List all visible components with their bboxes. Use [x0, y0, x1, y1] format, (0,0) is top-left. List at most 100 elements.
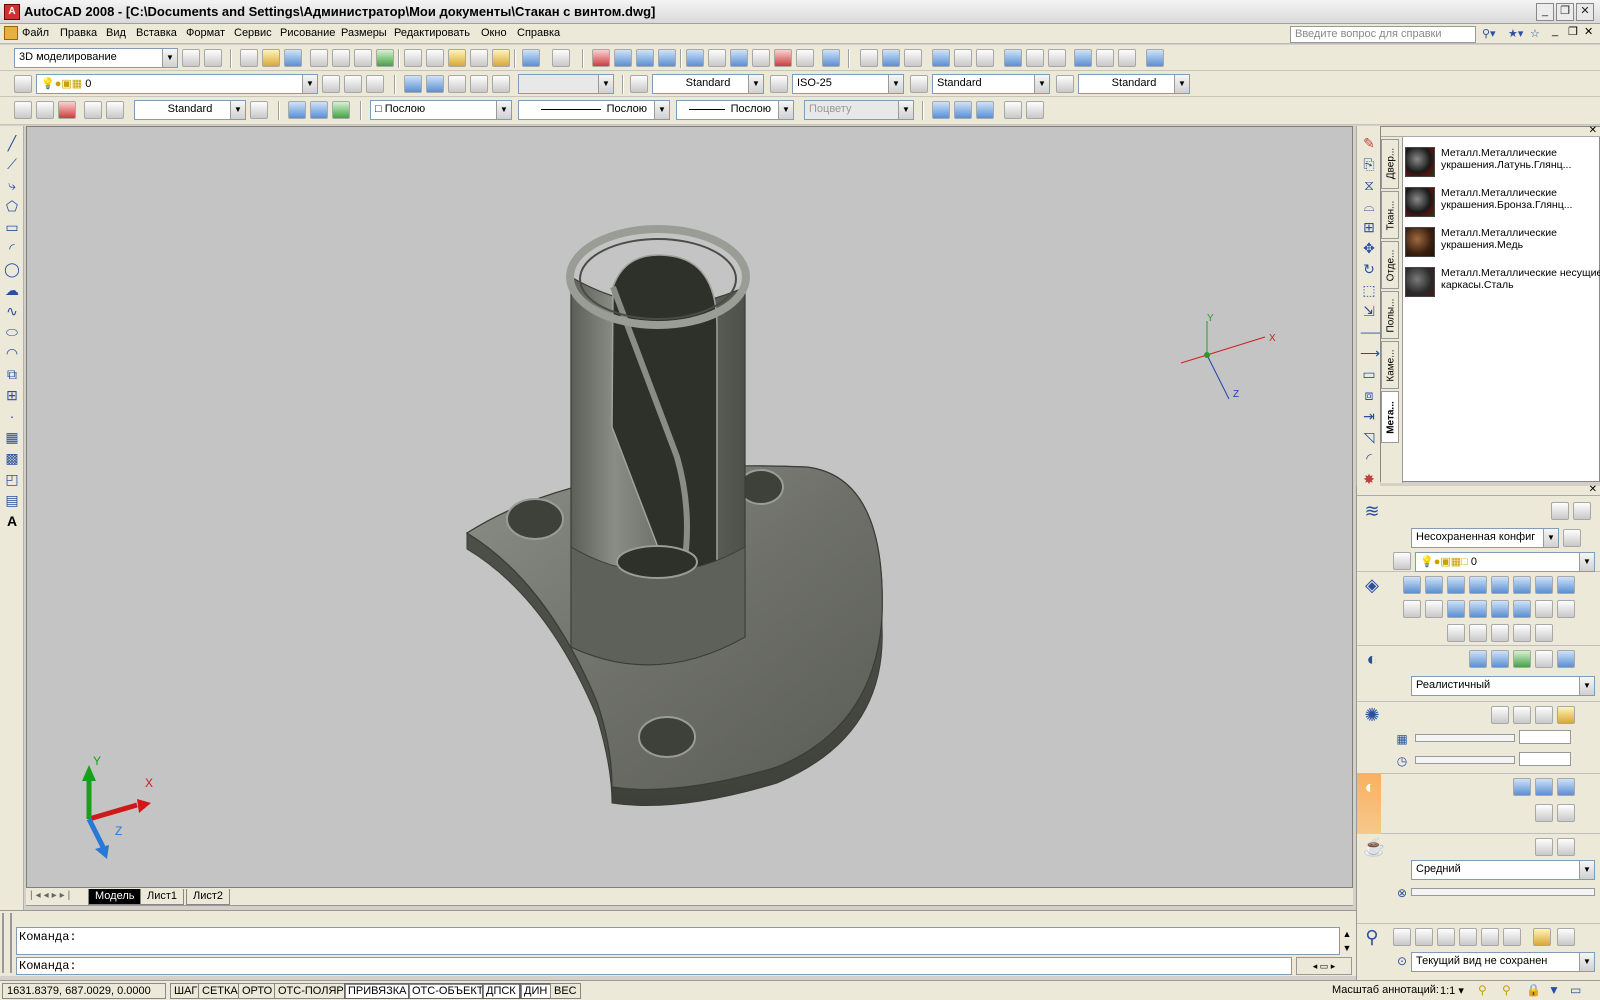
polysolid-icon[interactable] [1535, 600, 1553, 618]
time-field[interactable] [1519, 752, 1571, 766]
material-copper[interactable]: Металл.Металлические украшения.Медь [1403, 225, 1600, 263]
palette-tab-doors[interactable]: Двер... [1381, 139, 1399, 189]
point-light-icon[interactable] [1491, 706, 1509, 724]
layer-manager-icon[interactable] [14, 75, 32, 93]
extend-icon[interactable]: ⟶ [1360, 344, 1380, 362]
ucs-zaxis-icon[interactable] [1026, 49, 1044, 67]
zoom-previous-icon[interactable] [658, 49, 676, 67]
clean-screen-icon[interactable]: ▭ [1570, 983, 1581, 997]
scale-icon[interactable]: ⬚ [1360, 281, 1378, 299]
sweep-icon[interactable] [1447, 600, 1465, 618]
multiline-text-icon[interactable]: A [3, 512, 21, 530]
materials-icon[interactable] [976, 101, 994, 119]
loft-icon[interactable] [1491, 600, 1509, 618]
chamfer-icon[interactable]: ◹ [1360, 428, 1378, 446]
table-icon[interactable]: ▤ [3, 491, 21, 509]
named-view-select[interactable]: Текущий вид не сохранен ▼ [1411, 952, 1595, 972]
close-button[interactable]: ✕ [1576, 3, 1594, 21]
text-style-icon[interactable] [630, 75, 648, 93]
material-steel[interactable]: Металл.Металлические несущие каркасы.Ста… [1403, 265, 1600, 303]
pan-nav-icon[interactable] [1437, 928, 1455, 946]
render-icon[interactable] [932, 101, 950, 119]
help-search-input[interactable]: Введите вопрос для справки [1290, 26, 1476, 43]
x-ray-icon[interactable] [1535, 650, 1553, 668]
3d-move-icon[interactable] [288, 101, 306, 119]
lineweight-select[interactable]: Послою ▼ [676, 100, 794, 120]
arc-icon[interactable]: ◜ [3, 239, 21, 257]
rotate-icon[interactable]: ↻ [1360, 260, 1378, 278]
lwt-toggle[interactable]: ВЕС [550, 983, 581, 999]
redo-icon[interactable] [552, 49, 570, 67]
workspace-save-icon[interactable] [204, 49, 222, 67]
torus-icon[interactable] [1513, 576, 1531, 594]
visual-style-select[interactable]: Реалистичный ▼ [1411, 676, 1595, 696]
table-style-icon[interactable] [910, 75, 928, 93]
sun-properties-icon[interactable] [1557, 706, 1575, 724]
perspective-icon[interactable] [1533, 928, 1551, 946]
star-icon[interactable]: ★▾ [1508, 27, 1523, 40]
doc-close-button[interactable]: ✕ [1584, 25, 1593, 38]
3d-rotate-icon[interactable] [310, 101, 328, 119]
save-icon[interactable] [284, 49, 302, 67]
menu-insert[interactable]: Вставка [136, 27, 177, 39]
otrack-toggle[interactable]: ОТС-ОБЪЕКТ [408, 983, 488, 999]
conceptual-icon[interactable] [1491, 650, 1509, 668]
palette-tab-finishes[interactable]: Отде... [1381, 241, 1399, 289]
zoom-icon[interactable] [1415, 928, 1433, 946]
helix-icon[interactable] [1513, 600, 1531, 618]
menu-window[interactable]: Окно [481, 27, 507, 39]
tab-model[interactable]: Модель [88, 889, 142, 905]
menu-edit[interactable]: Правка [60, 27, 97, 39]
doc-minimize-button[interactable]: _ [1552, 25, 1558, 37]
polyline-icon[interactable]: ⤷ [3, 176, 21, 194]
3d-align-icon[interactable] [332, 101, 350, 119]
menu-file[interactable]: Файл [22, 27, 49, 39]
properties-icon[interactable] [686, 49, 704, 67]
text-style-select[interactable]: Standard ▼ [652, 74, 764, 94]
ucs-style-select[interactable]: Standard ▼ [134, 100, 246, 120]
auto-scale-icon[interactable]: ⚲ [1502, 983, 1511, 997]
break-icon[interactable]: ⧈ [1360, 386, 1378, 404]
menu-dimension[interactable]: Размеры [341, 27, 387, 39]
render-environment-icon[interactable] [1026, 101, 1044, 119]
table-style-select[interactable]: Standard ▼ [932, 74, 1050, 94]
spotlight-icon[interactable] [1513, 706, 1531, 724]
lights-icon[interactable] [954, 101, 972, 119]
menu-modify[interactable]: Редактировать [394, 27, 470, 39]
layer-walk-icon[interactable] [1393, 552, 1411, 570]
offset-icon[interactable]: ⌓ [1360, 197, 1378, 215]
ucs-3point-icon[interactable] [1048, 49, 1066, 67]
menu-format[interactable]: Формат [186, 27, 225, 39]
material-brass[interactable]: Металл.Металлические украшения.Латунь.Гл… [1403, 145, 1600, 183]
ucs-icon[interactable] [860, 49, 878, 67]
open-file-icon[interactable] [262, 49, 280, 67]
date-field[interactable] [1519, 730, 1571, 744]
paste-icon[interactable] [448, 49, 466, 67]
convert-solid-icon[interactable] [1535, 624, 1553, 642]
tab-layout1[interactable]: Лист1 [140, 889, 185, 905]
material-map-icon[interactable] [1557, 778, 1575, 796]
status-tray-settings-icon[interactable]: ▼ [1548, 983, 1560, 997]
material-bronze[interactable]: Металл.Металлические украшения.Бронза.Гл… [1403, 185, 1600, 223]
cut-icon[interactable] [404, 49, 422, 67]
circle-icon[interactable]: ◯ [3, 260, 21, 278]
polygonal-viewport-icon[interactable] [448, 75, 466, 93]
render-quality-select[interactable]: Средний ▼ [1411, 860, 1595, 880]
palette-tab-stone[interactable]: Каме... [1381, 341, 1399, 389]
make-current-layer-icon[interactable] [322, 75, 340, 93]
wireframe-2d-icon[interactable] [1469, 650, 1487, 668]
ucs-view-icon[interactable] [976, 49, 994, 67]
block-editor-icon[interactable] [492, 49, 510, 67]
coordinates-display[interactable]: 1631.8379, 687.0029, 0.0000 [2, 983, 166, 999]
mleader-style-select[interactable]: Standard ▼ [1078, 74, 1190, 94]
ucs-object-icon[interactable] [954, 49, 972, 67]
render-setup-icon[interactable] [1004, 101, 1022, 119]
ucs-origin-icon[interactable] [1004, 49, 1022, 67]
fillet-icon[interactable]: ◜ [1360, 449, 1378, 467]
ortho-toggle[interactable]: ОРТО [238, 983, 277, 999]
ellipse-icon[interactable]: ⬭ [3, 323, 21, 341]
zoom-window-icon[interactable] [636, 49, 654, 67]
line-icon[interactable]: ╱ [3, 134, 21, 152]
union-icon[interactable] [1447, 624, 1465, 642]
polygon-icon[interactable]: ⬠ [3, 197, 21, 215]
